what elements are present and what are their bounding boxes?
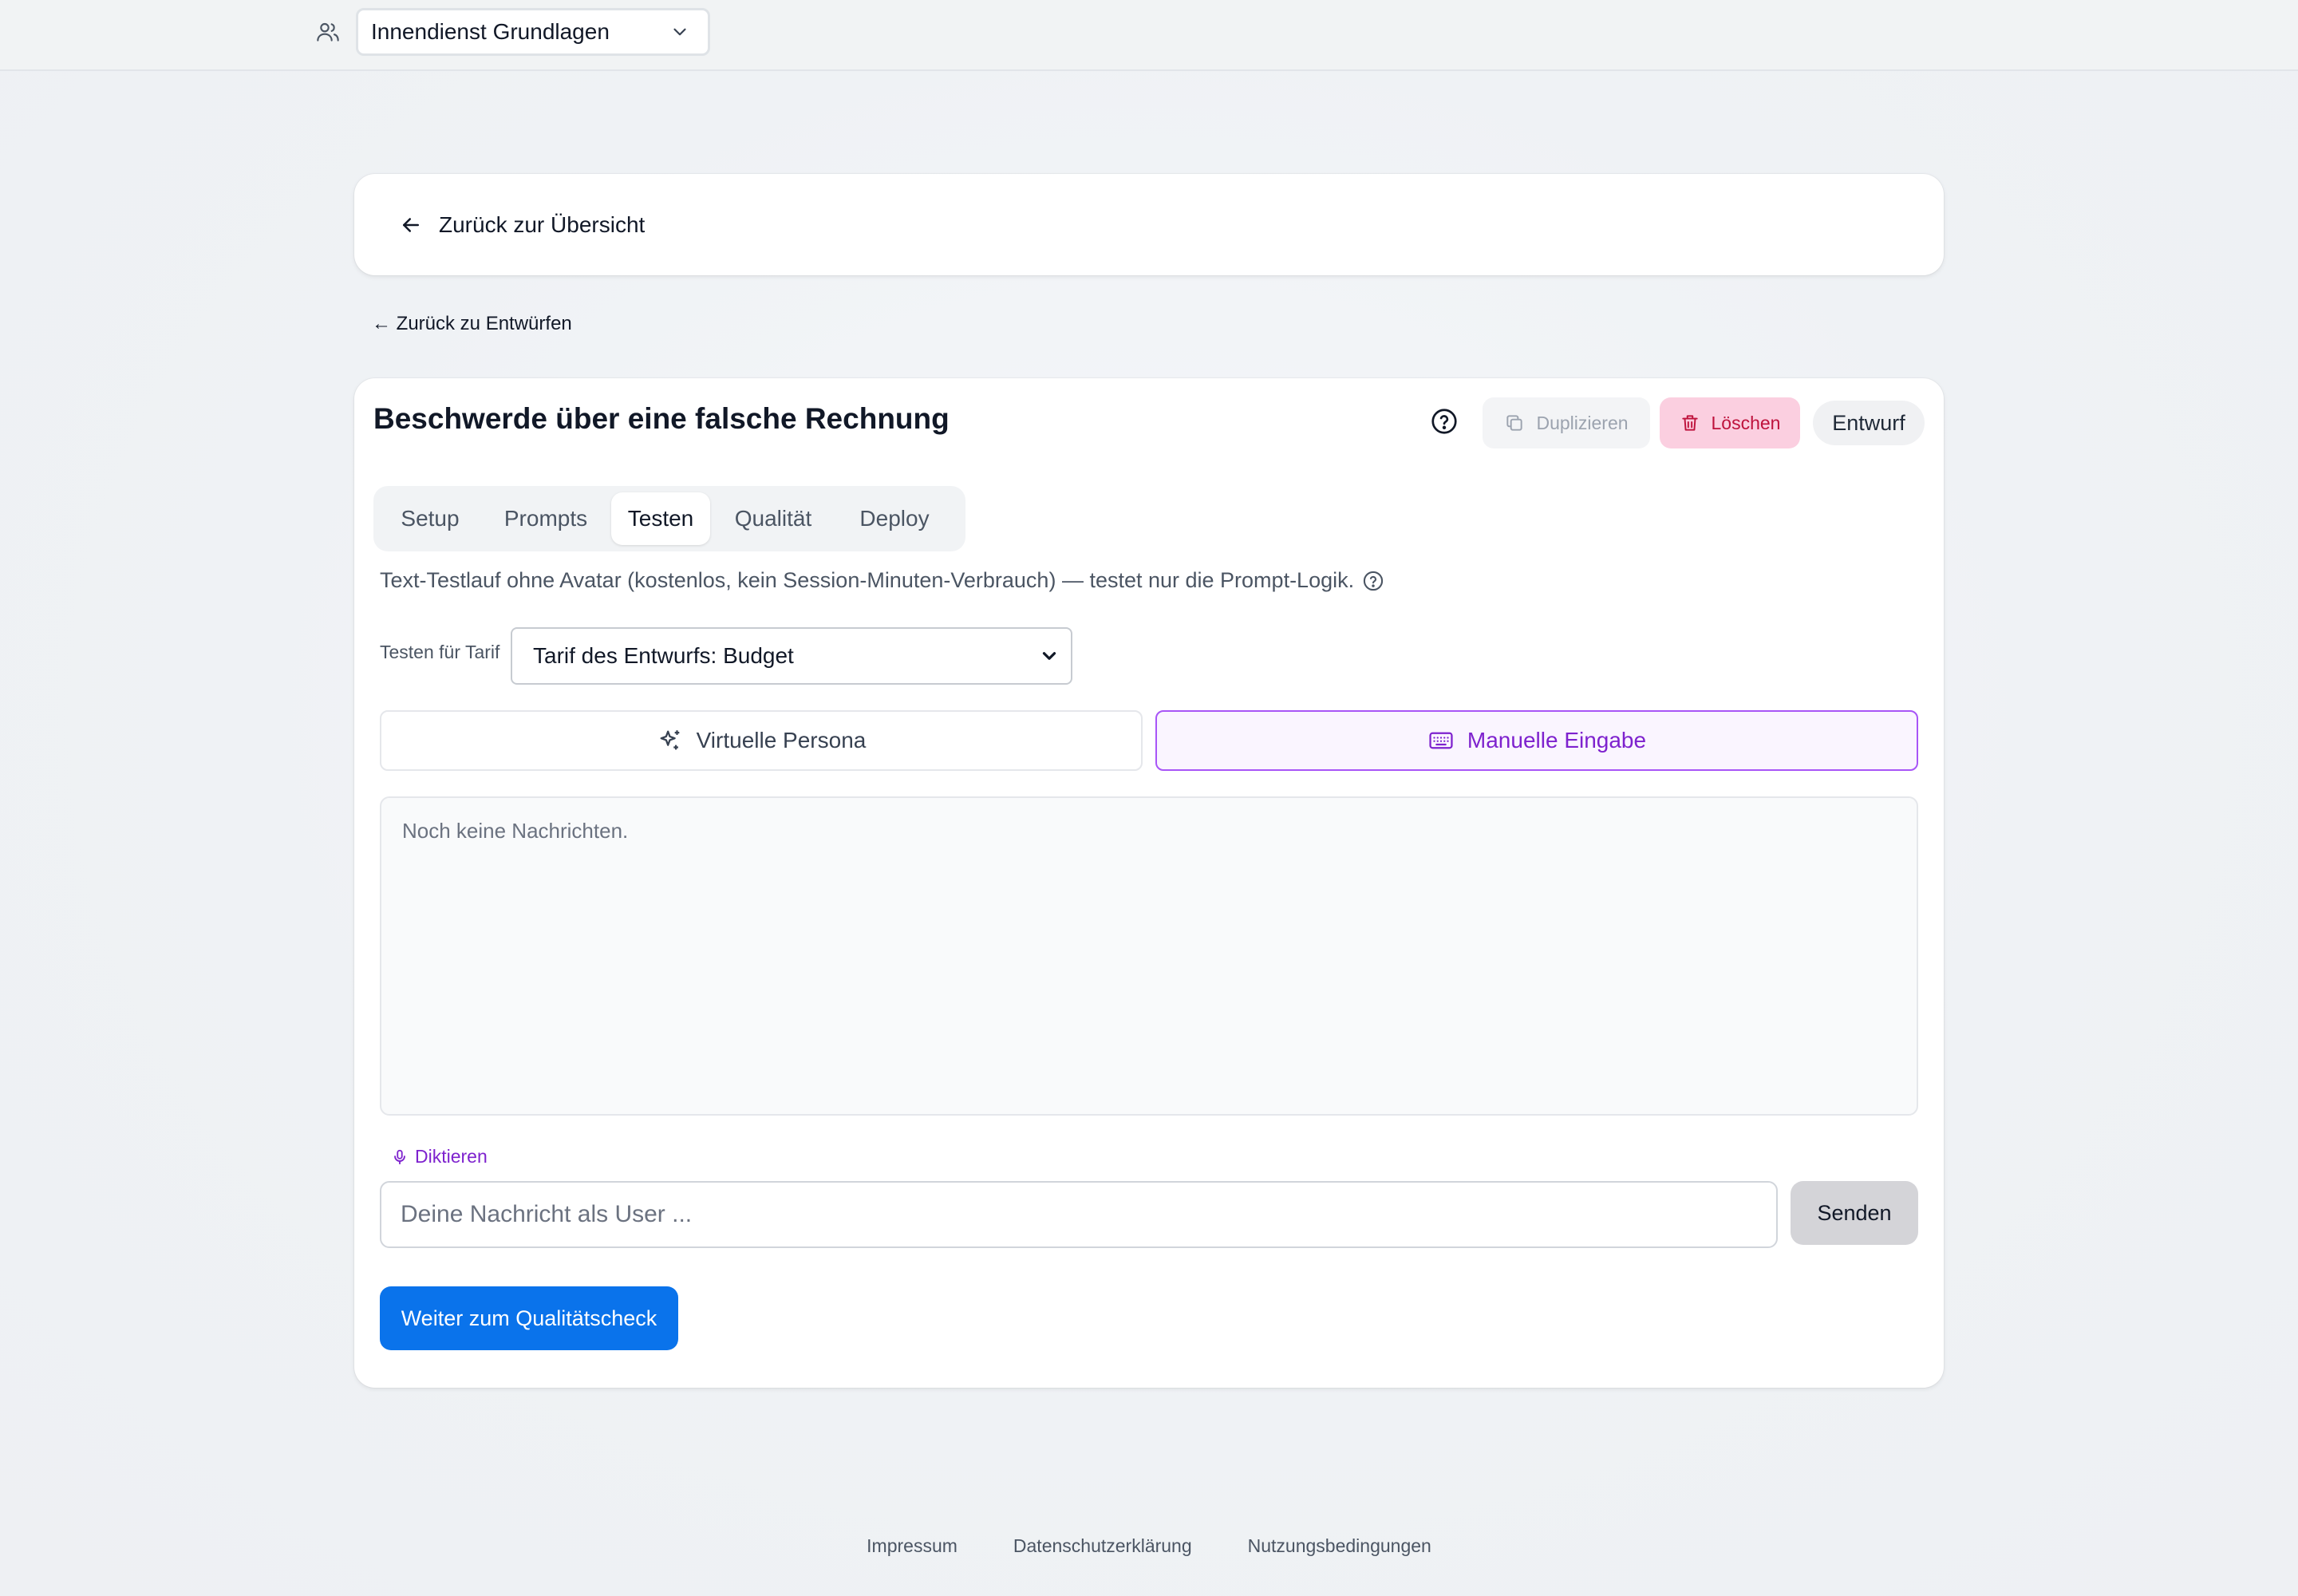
delete-button[interactable]: Löschen — [1660, 397, 1800, 448]
tab-prompts[interactable]: Prompts — [485, 492, 606, 545]
send-button[interactable]: Senden — [1791, 1181, 1918, 1245]
manual-input-label: Manuelle Eingabe — [1467, 728, 1647, 753]
test-info-text: Text-Testlauf ohne Avatar (kostenlos, ke… — [380, 568, 1355, 592]
scenario-editor-card: Beschwerde über eine falsche Rechnung Du… — [354, 378, 1944, 1388]
top-bar: Innendienst Grundlagen — [0, 0, 2298, 71]
copy-icon — [1504, 413, 1525, 433]
chevron-down-icon — [669, 22, 690, 42]
footer-link-privacy[interactable]: Datenschutzerklärung — [1013, 1535, 1192, 1557]
tab-deploy[interactable]: Deploy — [836, 492, 953, 545]
footer-links: Impressum Datenschutzerklärung Nutzungsb… — [0, 1535, 2298, 1557]
empty-state-text: Noch keine Nachrichten. — [402, 819, 629, 843]
tab-qualitaet[interactable]: Qualität — [715, 492, 831, 545]
tab-setup[interactable]: Setup — [380, 492, 480, 545]
help-icon[interactable] — [1362, 570, 1384, 592]
footer-link-terms[interactable]: Nutzungsbedingungen — [1248, 1535, 1431, 1557]
manual-input-button[interactable]: Manuelle Eingabe — [1155, 710, 1918, 771]
tarif-select[interactable]: Tarif des Entwurfs: Budget — [511, 627, 1072, 685]
footer-link-impressum[interactable]: Impressum — [867, 1535, 958, 1557]
dictate-label: Diktieren — [415, 1146, 488, 1167]
virtual-persona-label: Virtuelle Persona — [696, 728, 867, 753]
users-icon — [315, 19, 341, 45]
team-select-value: Innendienst Grundlagen — [371, 19, 610, 44]
arrow-left-icon — [399, 213, 423, 237]
delete-label: Löschen — [1711, 412, 1781, 433]
tarif-label: Testen für Tarif — [380, 642, 500, 662]
team-select[interactable]: Innendienst Grundlagen — [356, 8, 710, 56]
tarif-select-value: Tarif des Entwurfs: Budget — [533, 643, 794, 668]
chat-transcript: Noch keine Nachrichten. — [380, 796, 1918, 1116]
virtual-persona-button[interactable]: Virtuelle Persona — [380, 710, 1143, 771]
help-icon[interactable] — [1430, 407, 1459, 436]
chevron-down-icon — [1039, 646, 1060, 666]
editor-tabs: Setup Prompts Testen Qualität Deploy — [373, 486, 965, 551]
continue-to-quality-check-button[interactable]: Weiter zum Qualitätscheck — [380, 1286, 678, 1350]
message-input[interactable] — [380, 1181, 1778, 1248]
trash-icon — [1680, 413, 1700, 433]
microphone-icon — [391, 1148, 409, 1166]
tab-testen[interactable]: Testen — [611, 492, 710, 545]
back-to-drafts-link[interactable]: ← Zurück zu Entwürfen — [372, 313, 572, 335]
dictate-button[interactable]: Diktieren — [391, 1146, 488, 1167]
page-title: Beschwerde über eine falsche Rechnung — [373, 402, 950, 435]
duplicate-label: Duplizieren — [1536, 412, 1629, 433]
keyboard-icon — [1427, 727, 1455, 754]
status-badge: Entwurf — [1813, 401, 1925, 445]
back-to-overview-link[interactable]: Zurück zur Übersicht — [354, 174, 1944, 275]
sparkles-icon — [657, 727, 684, 754]
back-to-overview-label: Zurück zur Übersicht — [439, 211, 646, 237]
test-info: Text-Testlauf ohne Avatar (kostenlos, ke… — [380, 568, 1384, 593]
duplicate-button[interactable]: Duplizieren — [1483, 397, 1650, 448]
